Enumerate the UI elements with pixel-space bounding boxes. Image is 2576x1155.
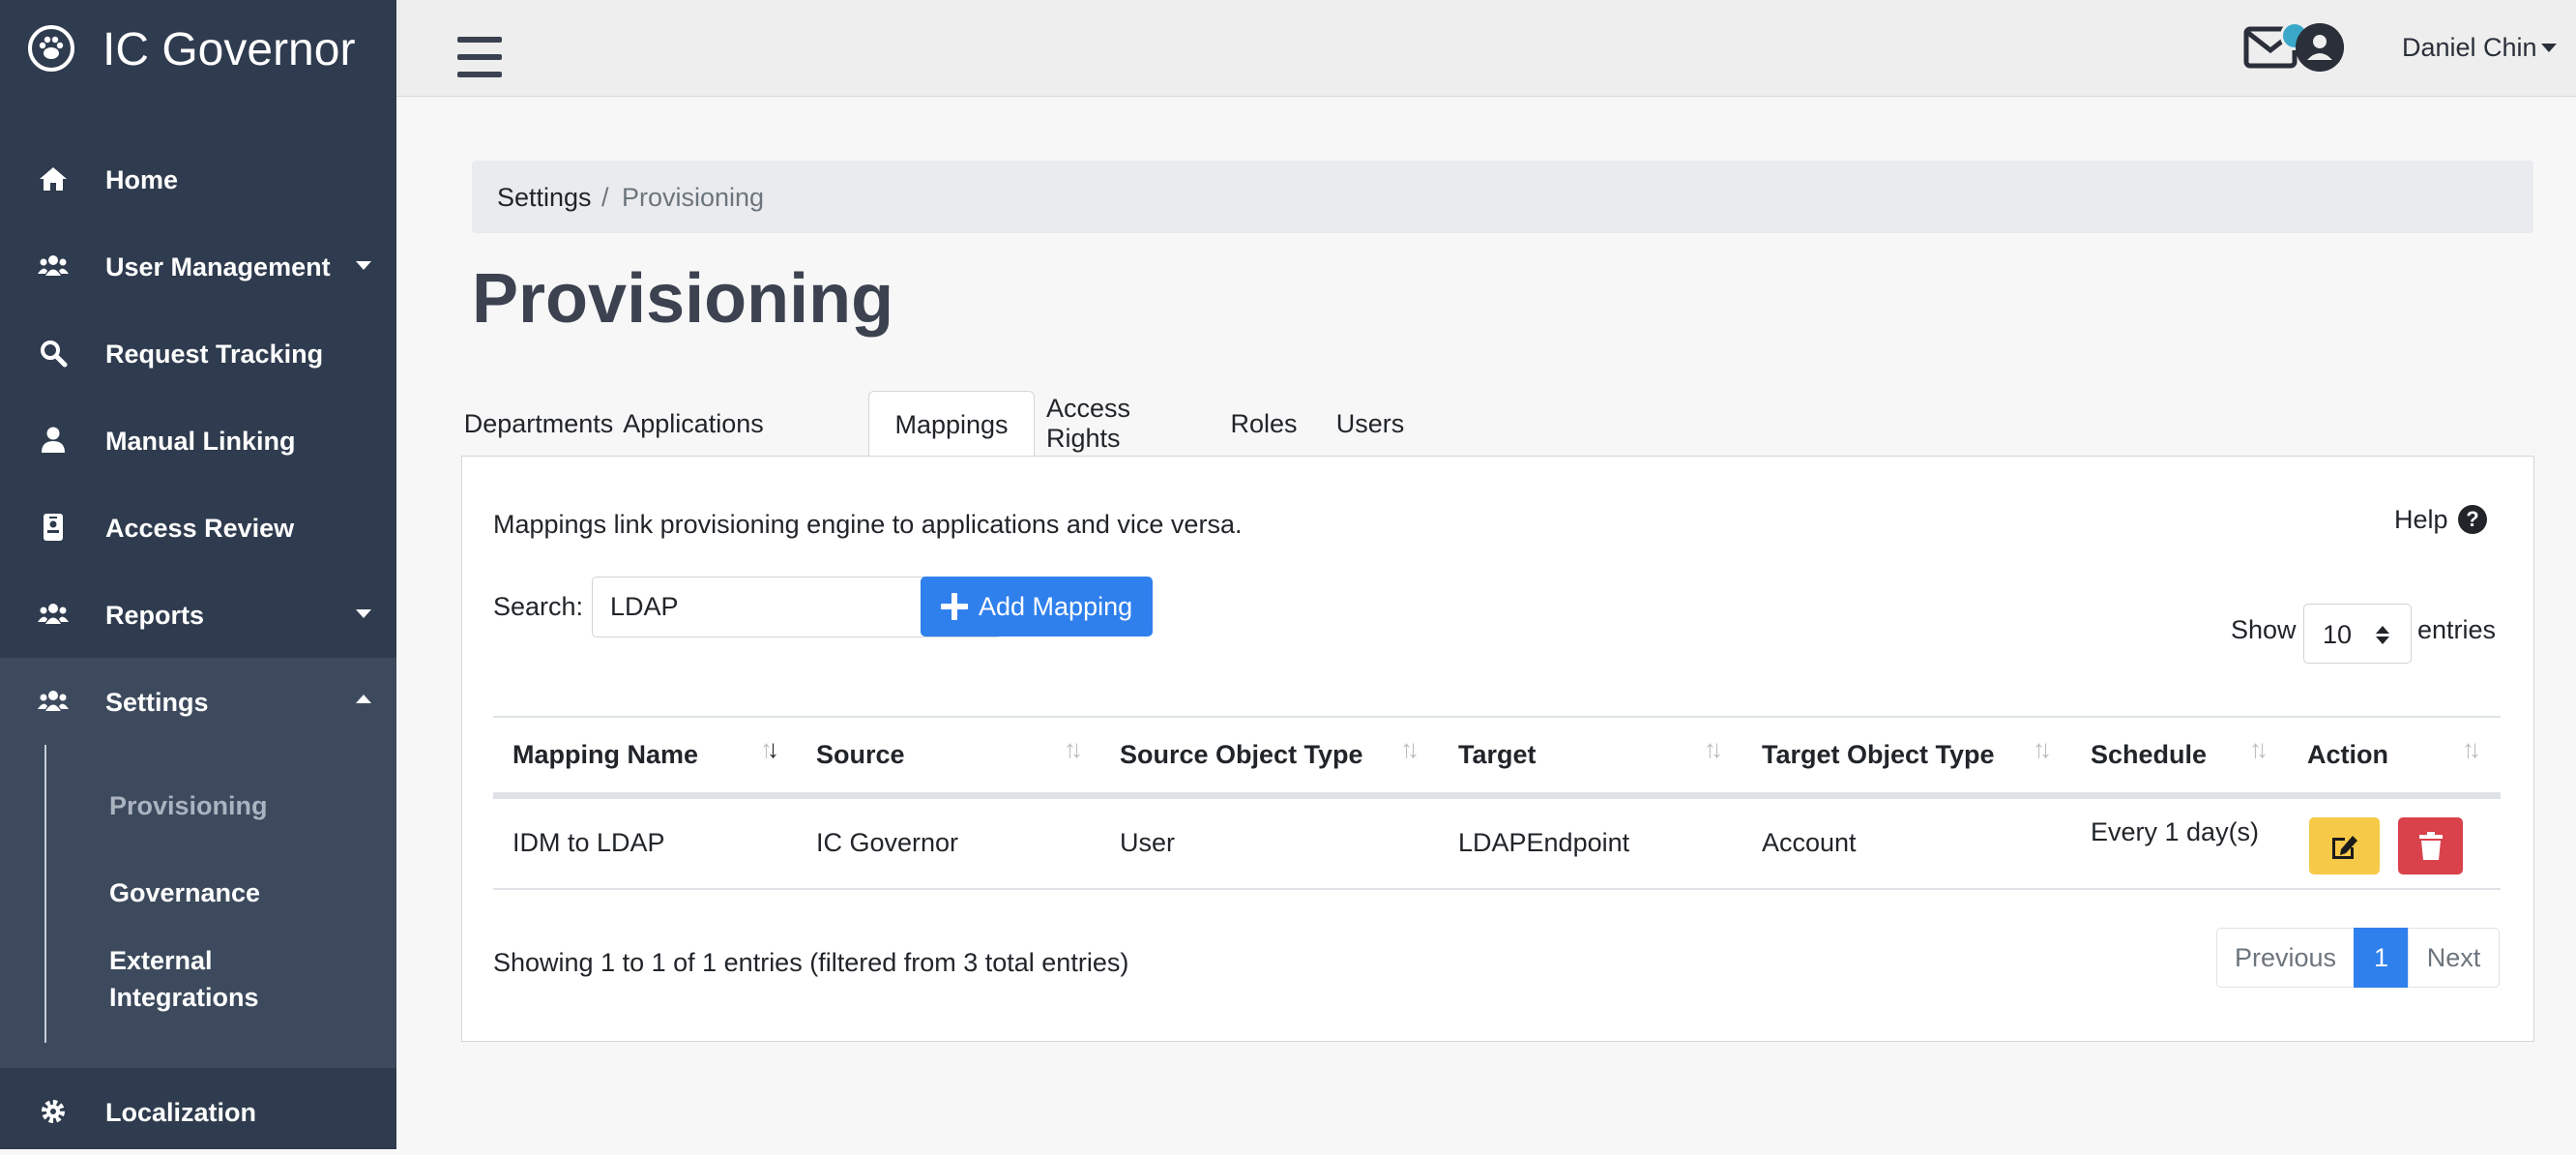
sidebar-item-reports[interactable]: Reports [0, 571, 396, 658]
cell-source: IC Governor [816, 828, 959, 857]
breadcrumb-settings[interactable]: Settings [497, 182, 592, 213]
pagination-next[interactable]: Next [2408, 928, 2500, 988]
entries-value: 10 [2323, 620, 2353, 649]
id-badge-icon [44, 514, 63, 541]
edit-button[interactable] [2309, 817, 2380, 874]
sidebar-item-label: Reports [105, 601, 205, 630]
gear-icon [42, 1100, 65, 1123]
breadcrumb: Settings / Provisioning [472, 161, 2533, 233]
brand[interactable]: IC Governor [0, 0, 396, 101]
entries-label: entries [2417, 615, 2497, 644]
trash-icon [2418, 831, 2443, 860]
cell-target: LDAPEndpoint [1458, 828, 1630, 857]
pagination-page-1[interactable]: 1 [2354, 928, 2409, 988]
cell-target-object-type: Account [1762, 828, 1857, 857]
cell-mapping-name: IDM to LDAP [512, 828, 665, 857]
paw-logo-icon [28, 25, 74, 72]
sidebar-item-access-review[interactable]: Access Review [0, 484, 396, 571]
breadcrumb-separator: / [601, 183, 609, 212]
users-icon [38, 255, 69, 276]
sort-icon[interactable]: ↑↓ [2033, 733, 2052, 764]
sidebar-item-manual-linking[interactable]: Manual Linking [0, 397, 396, 484]
help-link[interactable]: Help [2394, 504, 2448, 535]
table-row: IDM to LDAP IC Governor User LDAPEndpoin… [493, 797, 2501, 890]
table-header: Mapping Name ↑↓ Source ↑↓ Source Object … [493, 716, 2501, 799]
users-icon [38, 691, 69, 711]
sidebar-item-label: User Management [105, 252, 331, 281]
avatar-icon[interactable] [2296, 23, 2344, 72]
search-icon [41, 341, 68, 368]
top-bar: Daniel Chin [396, 0, 2576, 97]
pagination-previous[interactable]: Previous [2216, 928, 2355, 988]
sidebar-item-localization[interactable]: Localization [0, 1068, 396, 1155]
sidebar-item-label: Access Review [105, 514, 295, 543]
cell-source-object-type: User [1120, 828, 1176, 857]
tab-access-rights[interactable]: Access Rights [1046, 391, 1201, 457]
sort-icon[interactable]: ↑↓ [1400, 733, 1420, 764]
sort-icon[interactable]: ↑↓ [2249, 733, 2269, 764]
table-info: Showing 1 to 1 of 1 entries (filtered fr… [493, 948, 1129, 977]
submenu-item-external-integrations[interactable]: External Integrations [109, 942, 259, 1016]
add-mapping-button[interactable]: Add Mapping [921, 577, 1153, 637]
sidebar-item-settings[interactable]: Settings [0, 658, 396, 745]
sidebar-item-label: Request Tracking [105, 340, 324, 369]
sidebar-item-label: Manual Linking [105, 427, 296, 456]
sidebar-item-label: Localization [105, 1098, 257, 1127]
mappings-panel: Mappings link provisioning engine to app… [461, 456, 2534, 1042]
home-icon [40, 167, 67, 191]
tab-users[interactable]: Users [1317, 391, 1423, 457]
tab-roles[interactable]: Roles [1211, 391, 1317, 457]
question-circle-icon[interactable]: ? [2458, 505, 2487, 534]
sidebar: IC Governor Home User Management Request… [0, 0, 396, 1149]
tab-departments[interactable]: Departments [461, 391, 616, 457]
entries-select[interactable]: 10 [2303, 604, 2412, 664]
sort-icon[interactable]: ↑↓ [1064, 733, 1083, 764]
tab-mappings[interactable]: Mappings [868, 391, 1035, 459]
column-target-object-type[interactable]: Target Object Type [1762, 739, 1995, 770]
add-mapping-label: Add Mapping [979, 592, 1133, 621]
show-label: Show [2231, 615, 2297, 644]
page-title: Provisioning [472, 260, 894, 338]
chevron-up-icon [2376, 626, 2389, 634]
column-action[interactable]: Action [2307, 739, 2388, 770]
column-source-object-type[interactable]: Source Object Type [1120, 739, 1363, 770]
column-target[interactable]: Target [1458, 739, 1537, 770]
column-source[interactable]: Source [816, 739, 905, 770]
sort-icon[interactable]: ↑↓ [2462, 733, 2481, 764]
cell-schedule: Every 1 day(s) [2091, 817, 2260, 846]
tab-applications[interactable]: Applications [616, 391, 771, 457]
sidebar-item-label: Home [105, 165, 179, 194]
search-label: Search: [493, 592, 584, 621]
chevron-down-icon[interactable] [2541, 44, 2557, 52]
chevron-up-icon [356, 695, 371, 703]
sidebar-item-user-management[interactable]: User Management [0, 222, 396, 310]
tab-bar: Departments Applications Mappings Access… [461, 391, 2534, 459]
app-name: IC Governor [102, 24, 356, 75]
edit-icon [2331, 835, 2357, 859]
delete-button[interactable] [2398, 817, 2463, 874]
submenu-item-provisioning[interactable]: Provisioning [109, 787, 268, 824]
sort-icon[interactable]: ↑↓ [1704, 733, 1723, 764]
submenu-item-governance[interactable]: Governance [109, 874, 260, 911]
column-mapping-name[interactable]: Mapping Name [512, 739, 698, 770]
plus-icon [941, 593, 968, 620]
chevron-down-icon [356, 609, 371, 618]
sidebar-item-home[interactable]: Home [0, 135, 396, 222]
sidebar-item-request-tracking[interactable]: Request Tracking [0, 310, 396, 397]
menu-toggle-icon[interactable] [457, 37, 502, 77]
user-icon [42, 427, 65, 453]
panel-description: Mappings link provisioning engine to app… [493, 510, 1243, 539]
breadcrumb-current: Provisioning [622, 183, 765, 212]
sort-icon[interactable]: ↑↓ [760, 733, 779, 764]
settings-submenu: Provisioning Governance External Integra… [0, 743, 396, 1068]
chevron-down-icon [356, 261, 371, 270]
column-schedule[interactable]: Schedule [2091, 739, 2207, 770]
user-name[interactable]: Daniel Chin [2402, 32, 2537, 63]
sidebar-item-label: Settings [105, 688, 209, 717]
users-icon [38, 604, 69, 624]
submenu-rail [44, 745, 46, 1043]
chevron-down-icon [2376, 637, 2389, 644]
